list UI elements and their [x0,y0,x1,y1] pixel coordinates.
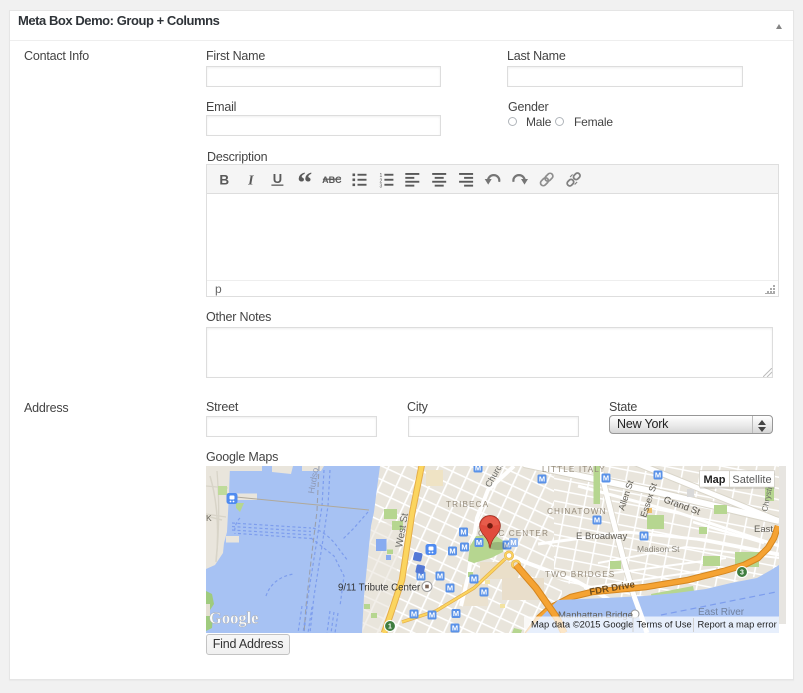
svg-text:CHINATOWN: CHINATOWN [547,507,607,516]
svg-text:M: M [411,610,417,619]
svg-text:K: K [206,513,212,523]
svg-text:Madison St: Madison St [637,544,680,554]
svg-text:M: M [510,538,516,547]
svg-text:M: M [460,528,466,537]
svg-text:M: M [641,532,647,541]
svg-text:M: M [447,584,453,593]
svg-text:M: M [453,609,459,618]
svg-text:TWO BRIDGES: TWO BRIDGES [545,570,615,579]
svg-text:M: M [539,475,545,484]
svg-text:M: M [475,466,481,473]
svg-text:U: U [273,171,282,186]
svg-text:I: I [247,174,254,189]
svg-text:1: 1 [388,624,392,631]
svg-text:Map data ©2015 Google: Map data ©2015 Google [531,619,633,630]
svg-text:TRIBECA: TRIBECA [446,500,489,509]
svg-text:Satellite: Satellite [732,474,771,486]
svg-text:ABC: ABC [322,175,342,185]
svg-text:LITTLE ITALY: LITTLE ITALY [542,466,606,474]
svg-text:East: East [754,524,773,535]
svg-text:M: M [471,575,477,584]
svg-text:Google: Google [209,609,259,628]
svg-text:9/11 Tribute Center: 9/11 Tribute Center [338,583,421,594]
svg-text:3: 3 [740,570,744,577]
svg-text:East River: East River [698,607,745,618]
svg-text:Terms of Use: Terms of Use [637,619,692,630]
svg-text:M: M [449,547,455,556]
svg-text:M: M [476,538,482,547]
svg-text:M: M [481,588,487,597]
svg-text:M: M [655,471,661,480]
svg-text:E Broadway: E Broadway [576,531,627,542]
svg-text:Map: Map [704,474,726,486]
svg-text:M: M [594,516,600,525]
svg-text:M: M [429,611,435,620]
svg-text:M: M [452,624,458,633]
svg-text:“: “ [297,167,312,195]
svg-text:M: M [603,474,609,483]
svg-text:M: M [461,543,467,552]
svg-text:M: M [437,572,443,581]
svg-text:3: 3 [380,184,383,190]
svg-text:B: B [219,173,229,188]
svg-text:Report a map error: Report a map error [698,619,777,630]
